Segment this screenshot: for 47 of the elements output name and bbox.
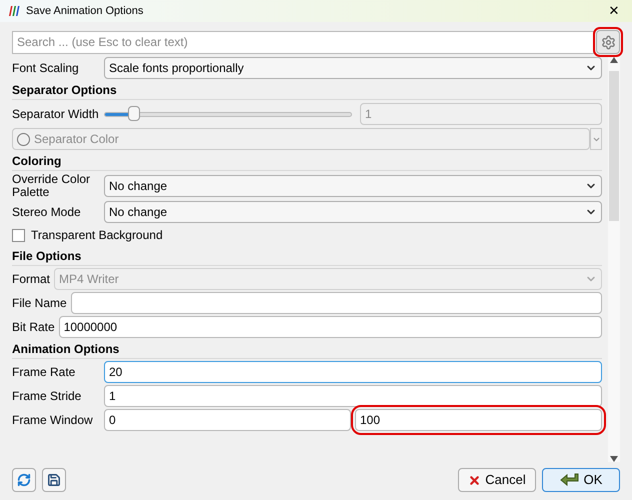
transparent-background-checkbox[interactable]: Transparent Background bbox=[12, 225, 602, 245]
text-field[interactable]: 20 bbox=[104, 361, 602, 383]
close-button[interactable]: ✕ bbox=[604, 1, 624, 21]
dropdown[interactable]: No change bbox=[104, 201, 602, 223]
text-field[interactable] bbox=[70, 292, 602, 314]
field-label: Format bbox=[12, 272, 50, 286]
checkbox[interactable] bbox=[12, 228, 25, 242]
section-header: Separator Options bbox=[12, 81, 602, 100]
dropdown-arrow-button[interactable] bbox=[590, 128, 602, 150]
scroll-up-icon bbox=[610, 57, 618, 63]
save-button[interactable] bbox=[42, 468, 66, 492]
return-arrow-icon bbox=[560, 473, 580, 487]
field-label: Separator Width bbox=[12, 106, 100, 123]
ok-button[interactable]: OK bbox=[542, 468, 620, 492]
slider[interactable] bbox=[104, 106, 352, 122]
refresh-icon bbox=[17, 473, 31, 487]
field-label: Frame Stride bbox=[12, 390, 82, 402]
cancel-icon bbox=[468, 474, 482, 486]
section-header: Coloring bbox=[12, 152, 602, 171]
field-label: Frame Rate bbox=[12, 366, 76, 378]
field-label: Font Scaling bbox=[12, 62, 80, 74]
text-field[interactable]: 1 bbox=[104, 385, 602, 407]
text-field[interactable]: 0 bbox=[104, 409, 351, 431]
dropdown[interactable]: Scale fonts proportionally bbox=[104, 57, 602, 79]
field-label: Bit Rate bbox=[12, 320, 55, 334]
app-logo-icon bbox=[8, 6, 20, 16]
dropdown[interactable]: No change bbox=[104, 175, 602, 197]
section-header: File Options bbox=[12, 247, 602, 266]
settings-icon bbox=[600, 34, 616, 50]
field-label: Frame Window bbox=[12, 414, 94, 426]
window-title: Save Animation Options bbox=[26, 4, 144, 19]
slider-handle[interactable] bbox=[128, 106, 140, 121]
scrollbar-thumb[interactable] bbox=[609, 71, 619, 221]
scrollbar[interactable] bbox=[608, 57, 620, 462]
settings-button[interactable] bbox=[596, 30, 620, 54]
text-field[interactable]: 100 bbox=[355, 409, 602, 431]
text-field[interactable]: 10000000 bbox=[58, 316, 602, 338]
field-label: Stereo Mode bbox=[12, 206, 82, 218]
search-field[interactable]: Search ... (use Esc to clear text) bbox=[12, 30, 594, 54]
section-header: Animation Options bbox=[12, 340, 602, 359]
cancel-button[interactable]: Cancel bbox=[458, 468, 536, 492]
refresh-button[interactable] bbox=[12, 468, 36, 492]
scroll-down-icon bbox=[610, 456, 618, 462]
field-label: Override Color Palette bbox=[12, 173, 92, 199]
field-label: File Name bbox=[12, 296, 67, 310]
color-swatch-icon bbox=[17, 132, 30, 146]
save-icon bbox=[47, 473, 61, 487]
